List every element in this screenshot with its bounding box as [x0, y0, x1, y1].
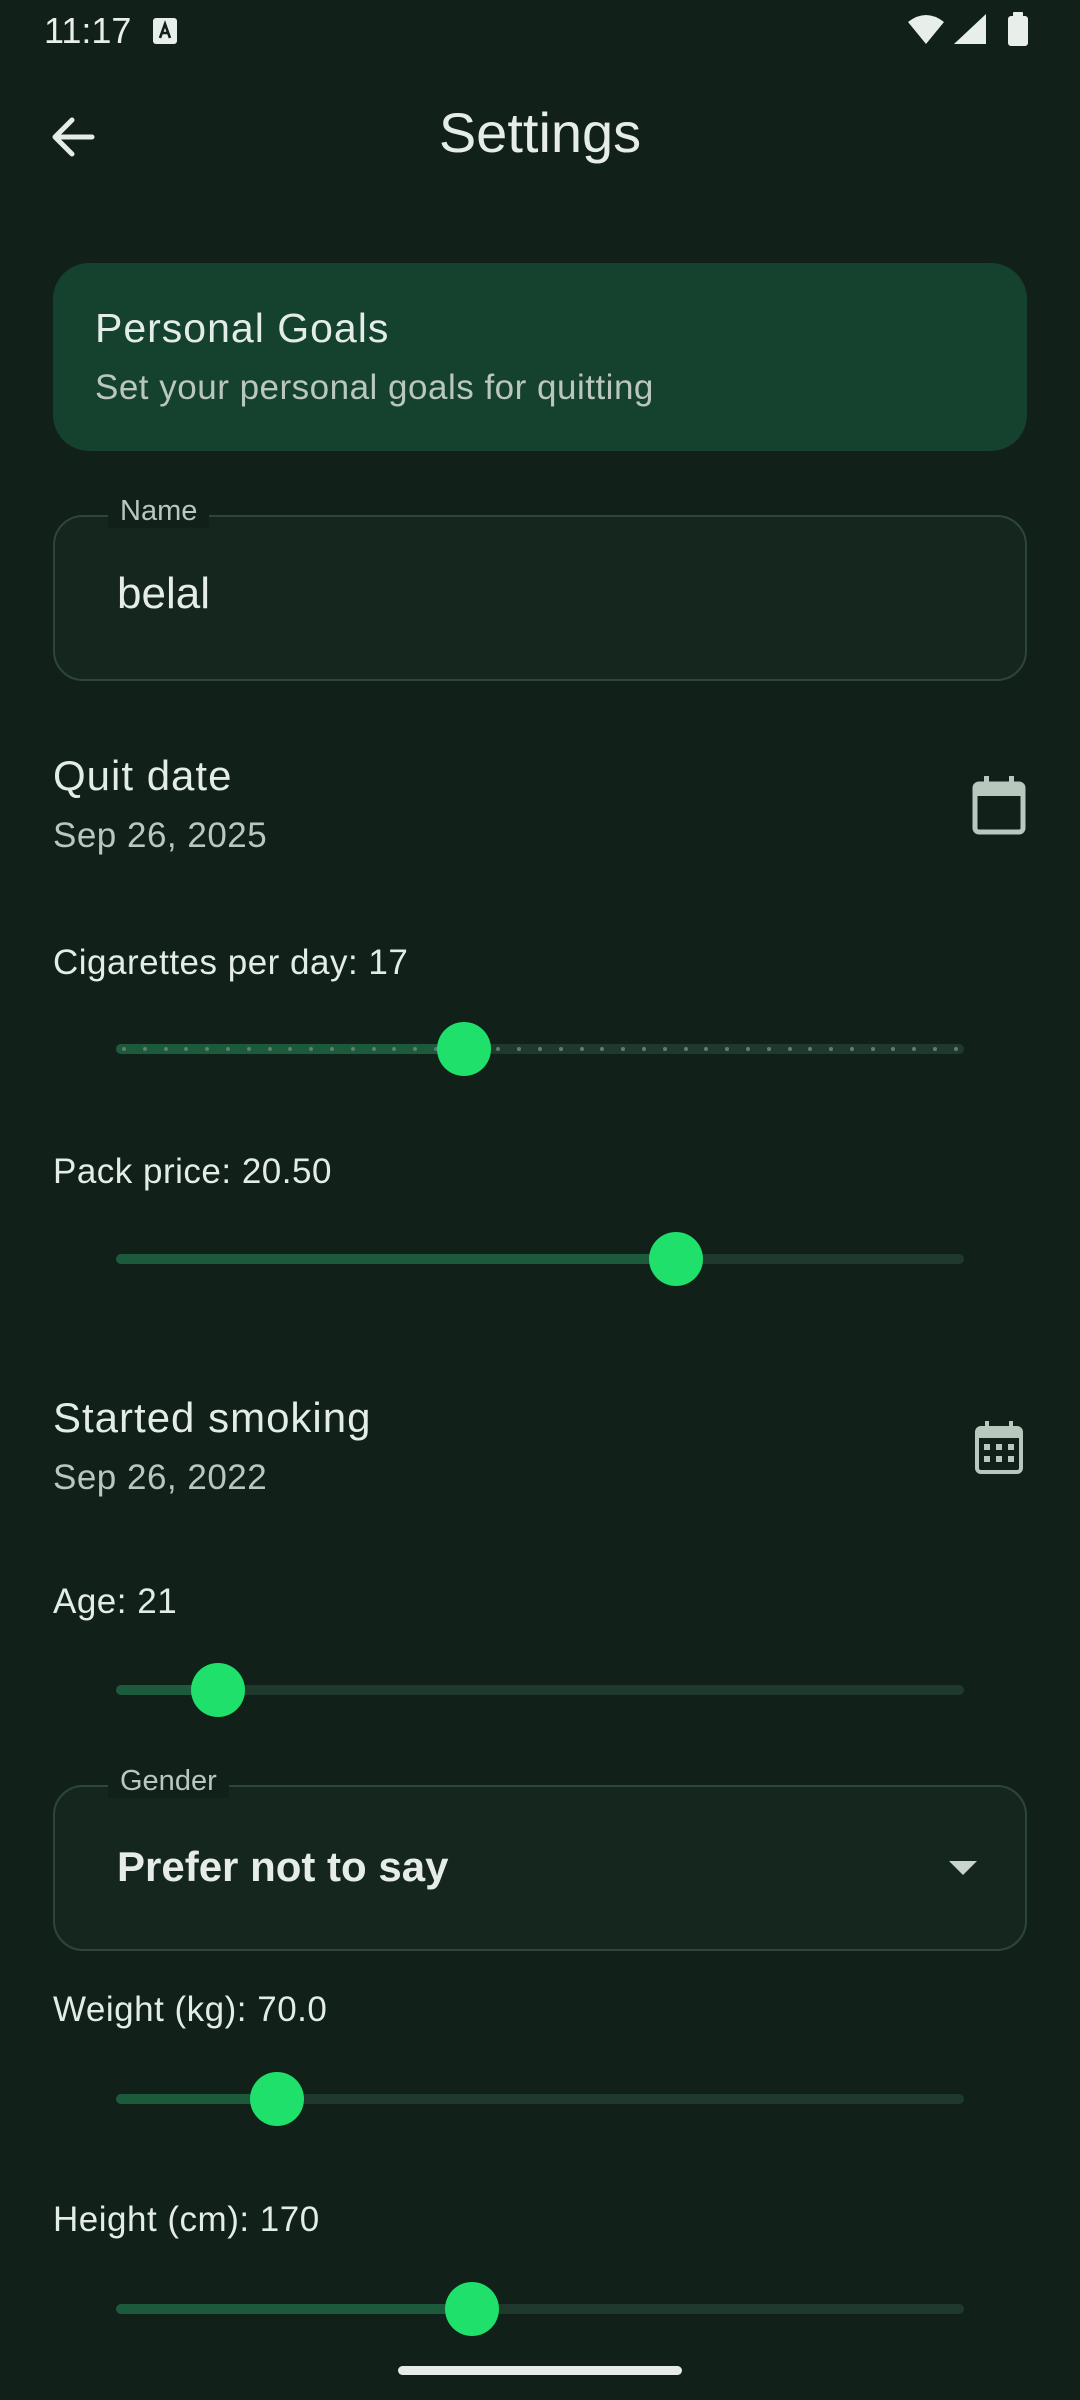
slider-tick [849, 1047, 854, 1051]
slider-tick [953, 1047, 958, 1051]
slider-tick [600, 1047, 605, 1051]
slider-tick [392, 1047, 397, 1051]
slider-tick [912, 1047, 917, 1051]
started-smoking-value: Sep 26, 2022 [53, 1458, 268, 1497]
height-label: Height (cm): 170 [53, 2200, 320, 2239]
quit-date-row[interactable]: Quit date Sep 26, 2025 [53, 752, 1027, 872]
age-label: Age: 21 [53, 1582, 178, 1621]
page-title: Settings [438, 101, 642, 164]
slider-tick [184, 1047, 189, 1051]
quit-date-title: Quit date [53, 752, 233, 799]
goals-card-subtitle: Set your personal goals for quitting [95, 368, 654, 407]
pack-price-slider[interactable] [116, 1229, 964, 1289]
slider-tick [205, 1047, 210, 1051]
slider-tick [808, 1047, 813, 1051]
weight-slider[interactable] [116, 2069, 964, 2129]
slider-tick [704, 1047, 709, 1051]
name-field-label: Name [108, 495, 210, 528]
slider-tick [163, 1047, 168, 1051]
accessibility-notification-icon [153, 18, 177, 44]
gender-field-label: Gender [108, 1765, 229, 1798]
slider-tick [309, 1047, 314, 1051]
calendar-month-icon[interactable] [971, 1418, 1027, 1478]
cigarettes-per-day-label: Cigarettes per day: 17 [53, 943, 409, 982]
age-slider[interactable] [116, 1660, 964, 1720]
calendar-icon[interactable] [971, 776, 1027, 836]
gender-dropdown[interactable]: Gender Prefer not to say [53, 1765, 1027, 1951]
slider-tick [350, 1047, 355, 1051]
slider-tick [745, 1047, 750, 1051]
slider-tick [142, 1047, 147, 1051]
slider-thumb[interactable] [190, 1663, 245, 1717]
height-slider[interactable] [116, 2279, 964, 2339]
started-smoking-row[interactable]: Started smoking Sep 26, 2022 [53, 1394, 1027, 1514]
slider-tick [413, 1047, 418, 1051]
slider-tick [933, 1047, 938, 1051]
slider-thumb[interactable] [250, 2072, 305, 2126]
slider-tick [496, 1047, 501, 1051]
slider-tick [829, 1047, 834, 1051]
cigarettes-per-day-slider[interactable] [116, 1019, 964, 1079]
slider-tick [225, 1047, 230, 1051]
slider-tick [787, 1047, 792, 1051]
slider-tick [246, 1047, 251, 1051]
slider-tick [329, 1047, 334, 1051]
slider-tick [267, 1047, 272, 1051]
dropdown-arrow-icon[interactable] [949, 1861, 977, 1875]
slider-track-active [116, 2304, 473, 2314]
battery-icon [1008, 16, 1028, 46]
started-smoking-title: Started smoking [53, 1394, 372, 1441]
name-field[interactable]: Name belal [53, 495, 1027, 681]
slider-tick [891, 1047, 896, 1051]
slider-tick [870, 1047, 875, 1051]
slider-tick [725, 1047, 730, 1051]
personal-goals-card: Personal Goals Set your personal goals f… [53, 263, 1027, 451]
slider-tick [122, 1047, 126, 1051]
slider-tick [683, 1047, 688, 1051]
name-field-value[interactable]: belal [117, 569, 210, 619]
slider-tick [537, 1047, 542, 1051]
slider-thumb[interactable] [436, 1022, 491, 1076]
slider-tick [288, 1047, 293, 1051]
status-icons [908, 12, 1028, 46]
slider-tick [558, 1047, 563, 1051]
slider-tick [579, 1047, 584, 1051]
slider-ticks [122, 1047, 958, 1051]
slider-tick [766, 1047, 771, 1051]
slider-tick [641, 1047, 646, 1051]
slider-tick [621, 1047, 626, 1051]
home-indicator[interactable] [398, 2366, 682, 2375]
pack-price-label: Pack price: 20.50 [53, 1152, 332, 1191]
quit-date-value: Sep 26, 2025 [53, 816, 268, 855]
slider-tick [371, 1047, 376, 1051]
gender-selected-value[interactable]: Prefer not to say [117, 1843, 448, 1891]
slider-track-active [116, 1254, 676, 1264]
status-bar: 11:17 [0, 0, 1080, 60]
weight-label: Weight (kg): 70.0 [53, 1990, 328, 2029]
slider-thumb[interactable] [445, 2282, 500, 2336]
goals-card-title: Personal Goals [95, 305, 390, 351]
settings-screen: 11:17 Settings Personal Goals Set your p… [0, 0, 1080, 2400]
slider-tick [662, 1047, 667, 1051]
wifi-icon [908, 15, 944, 44]
slider-tick [517, 1047, 522, 1051]
signal-icon [954, 14, 986, 44]
slider-thumb[interactable] [648, 1232, 703, 1286]
status-time: 11:17 [44, 10, 132, 51]
